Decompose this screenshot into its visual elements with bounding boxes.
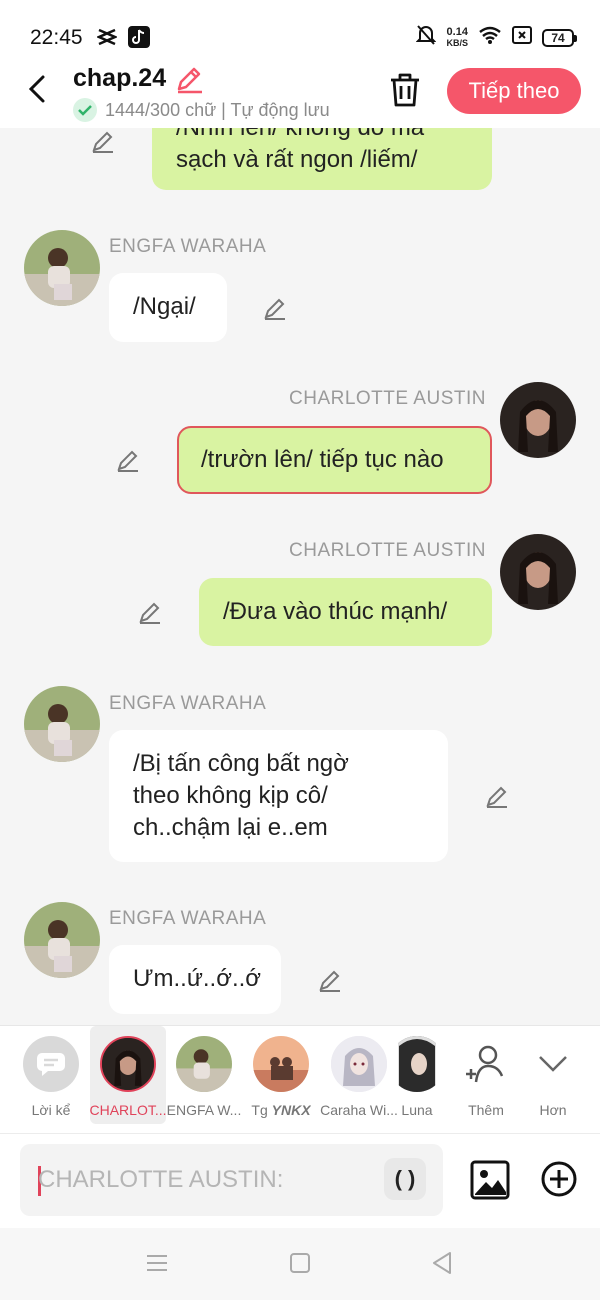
edit-message-icon[interactable]: [484, 783, 510, 809]
message-bubble[interactable]: Ưm..ứ..ớ..ớ: [109, 945, 281, 1014]
edit-message-icon[interactable]: [137, 599, 163, 625]
char-tg-ynkx[interactable]: Tg YNKX: [243, 1026, 319, 1124]
narration-icon: [23, 1036, 79, 1092]
message-bubble-selected[interactable]: /trườn lên/ tiếp tục nào: [177, 426, 492, 494]
input-placeholder: CHARLOTTE AUSTIN:: [38, 1166, 284, 1193]
character-bar: Lời kể CHARLOT... ENGFA W... Tg YNKX Car…: [0, 1025, 600, 1133]
avatar-engfa[interactable]: [24, 686, 100, 762]
message-input[interactable]: CHARLOTTE AUSTIN: ( ): [20, 1144, 443, 1216]
trash-icon: [391, 73, 419, 107]
insert-image-button[interactable]: [470, 1160, 510, 1200]
message-bubble[interactable]: /Ngại/: [109, 273, 227, 342]
chat-area[interactable]: /Nhìn lên/ không do mà sạch và rất ngon …: [0, 128, 600, 1025]
action-button[interactable]: ( ): [384, 1158, 426, 1200]
speaker-name: ENGFA WARAHA: [109, 236, 267, 257]
home-nav-button[interactable]: [287, 1250, 313, 1276]
speaker-name: ENGFA WARAHA: [109, 908, 267, 929]
delete-button[interactable]: [388, 72, 422, 108]
triangle-back-icon: [433, 1252, 451, 1274]
wifi-icon: [478, 26, 502, 49]
check-icon: [73, 98, 97, 122]
message-bubble[interactable]: /Đưa vào thúc mạnh/: [199, 578, 492, 646]
char-charlotte[interactable]: CHARLOT...: [90, 1026, 167, 1124]
avatar: [331, 1036, 387, 1092]
edit-title-icon[interactable]: [174, 64, 204, 94]
avatar: [398, 1036, 436, 1092]
edit-message-icon[interactable]: [90, 128, 116, 154]
chapter-title: chap.24: [73, 64, 167, 92]
avatar-engfa[interactable]: [24, 902, 100, 978]
tiktok-icon: [128, 26, 150, 48]
bell-off-icon: [416, 24, 437, 51]
status-bar: 22:45 0.14 KB/S 74: [0, 0, 600, 68]
chevron-left-icon: [28, 75, 45, 103]
more-button[interactable]: Hơn: [515, 1026, 591, 1124]
capcut-icon: [96, 26, 118, 48]
plus-circle-icon: [541, 1161, 577, 1197]
menu-icon: [147, 1255, 167, 1271]
add-button[interactable]: [540, 1160, 578, 1198]
avatar-charlotte[interactable]: [500, 534, 576, 610]
image-icon: [470, 1160, 510, 1200]
char-caraha[interactable]: Caraha Wi...: [320, 1026, 398, 1124]
square-icon: [290, 1253, 310, 1273]
message-bubble[interactable]: /Nhìn lên/ không do mà sạch và rất ngon …: [152, 128, 492, 190]
speaker-name: CHARLOTTE AUSTIN: [289, 388, 486, 409]
word-count-status: 1444/300 chữ | Tự động lưu: [73, 98, 330, 122]
add-character-button[interactable]: Thêm: [448, 1026, 524, 1124]
menu-nav-button[interactable]: [144, 1250, 170, 1276]
avatar: [100, 1036, 156, 1092]
chevron-down-icon: [525, 1036, 581, 1092]
speaker-name: CHARLOTTE AUSTIN: [289, 540, 486, 561]
status-time: 22:45: [30, 26, 83, 49]
avatar-engfa[interactable]: [24, 230, 100, 306]
next-button[interactable]: Tiếp theo: [447, 68, 581, 114]
message-bubble[interactable]: /Bị tấn công bất ngờ theo không kịp cô/ …: [109, 730, 448, 862]
input-row: CHARLOTTE AUSTIN: ( ): [0, 1133, 600, 1228]
char-engfa[interactable]: ENGFA W...: [166, 1026, 242, 1124]
battery-icon: 74: [542, 28, 577, 47]
net-speed: 0.14 KB/S: [446, 25, 468, 48]
speaker-name: ENGFA WARAHA: [109, 693, 267, 714]
back-nav-button[interactable]: [430, 1250, 456, 1276]
add-user-icon: [458, 1036, 514, 1092]
char-luna[interactable]: Luna: [398, 1026, 436, 1124]
word-count-text: 1444/300 chữ | Tự động lưu: [105, 99, 330, 120]
edit-message-icon[interactable]: [317, 967, 343, 993]
back-button[interactable]: [22, 72, 52, 106]
close-box-icon: [512, 26, 532, 49]
avatar: [253, 1036, 309, 1092]
edit-message-icon[interactable]: [262, 295, 288, 321]
system-nav-bar: [0, 1228, 600, 1300]
char-narrator[interactable]: Lời kể: [13, 1026, 89, 1124]
editor-header: chap.24 1444/300 chữ | Tự động lưu Tiếp …: [0, 60, 600, 128]
avatar-charlotte[interactable]: [500, 382, 576, 458]
avatar: [176, 1036, 232, 1092]
edit-message-icon[interactable]: [115, 447, 141, 473]
